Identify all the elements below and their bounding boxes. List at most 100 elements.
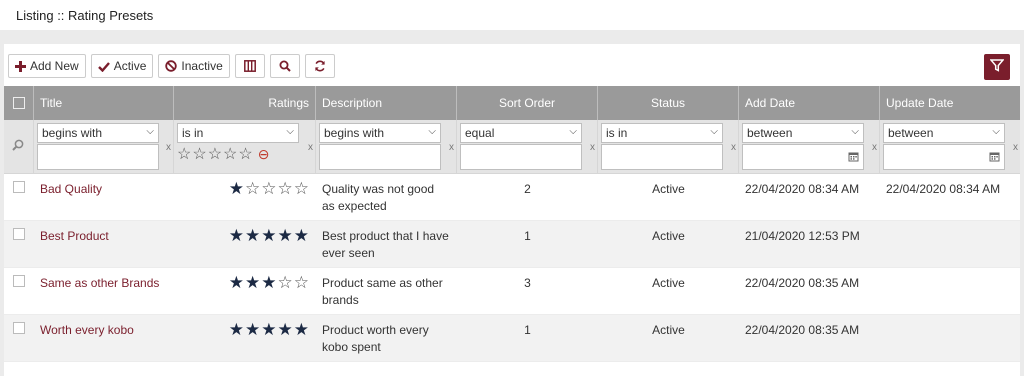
title-filter-input[interactable] <box>37 144 159 170</box>
sort-order-cell: 3 <box>524 276 531 290</box>
add-date-operator-value: between <box>747 126 793 140</box>
star-outline-icon: ☆ <box>261 179 278 198</box>
columns-button[interactable] <box>234 54 265 78</box>
header-row: Title Ratings Description Sort Order Sta… <box>4 86 1020 120</box>
star-filled-icon: ★ <box>245 320 262 339</box>
title-clear-icon[interactable]: x <box>166 142 171 153</box>
filter-title: begins with ⌵ x <box>34 120 174 173</box>
funnel-icon <box>989 59 1005 75</box>
filter-row: begins with ⌵ x is in ⌵ ☆ ☆ ☆ ☆ ☆ ⊖ x begi… <box>4 120 1020 174</box>
search-icon <box>12 138 24 154</box>
star-outline-icon[interactable]: ☆ <box>192 144 206 164</box>
add-date-operator-select[interactable]: between ⌵ <box>742 123 864 143</box>
ratings-filter-stars[interactable]: ☆ ☆ ☆ ☆ ☆ ⊖ <box>177 144 313 164</box>
title-cell: Worth every kobo <box>34 315 174 361</box>
column-header-add-date[interactable]: Add Date <box>739 86 880 120</box>
filter-search-cell <box>4 120 34 173</box>
toolbar: Add New Active Inactive <box>8 54 335 78</box>
filter-sort-order: equal ⌵ x <box>457 120 598 173</box>
column-header-title[interactable]: Title <box>34 86 174 120</box>
chevron-down-icon: ⌵ <box>710 126 718 137</box>
minus-circle-icon[interactable]: ⊖ <box>258 146 270 163</box>
ratings-cell: ★☆☆☆☆ <box>174 174 316 220</box>
title-link[interactable]: Worth every kobo <box>40 322 134 339</box>
star-filled-icon: ★ <box>228 273 245 292</box>
add-new-button[interactable]: Add New <box>8 54 86 78</box>
star-outline-icon: ☆ <box>293 273 310 292</box>
description-clear-icon[interactable]: x <box>449 142 454 153</box>
column-header-description[interactable]: Description <box>316 86 457 120</box>
sort-order-cell: 1 <box>524 323 531 337</box>
star-filled-icon: ★ <box>228 179 245 198</box>
star-outline-icon: ☆ <box>277 273 294 292</box>
description-cell: Product same as other brands <box>316 268 457 314</box>
add-date-cell: 22/04/2020 08:34 AM <box>745 182 860 196</box>
status-cell: Active <box>652 323 685 337</box>
table-row[interactable]: Same as other Brands ★★★☆☆ Product same … <box>4 268 1020 315</box>
update-date-operator-value: between <box>888 126 934 140</box>
update-date-filter-input[interactable] <box>883 144 1005 170</box>
calendar-icon[interactable] <box>989 151 1000 165</box>
description-text: Product same as other brands <box>322 276 443 307</box>
title-link[interactable]: Bad Quality <box>40 181 102 198</box>
update-date-cell: 22/04/2020 08:34 AM <box>886 182 1001 196</box>
table-row[interactable]: Best Product ★★★★★ Best product that I h… <box>4 221 1020 268</box>
star-outline-icon[interactable]: ☆ <box>177 144 191 164</box>
update-date-cell <box>880 221 1020 267</box>
row-checkbox[interactable] <box>13 181 25 193</box>
search-button[interactable] <box>269 54 300 78</box>
column-header-update-date[interactable]: Update Date <box>880 86 1020 120</box>
title-cell: Bad Quality <box>34 174 174 220</box>
update-date-clear-icon[interactable]: x <box>1013 142 1018 153</box>
active-button[interactable]: Active <box>90 54 154 78</box>
title-operator-value: begins with <box>42 126 103 140</box>
column-header-sort-order[interactable]: Sort Order <box>457 86 598 120</box>
inactive-button[interactable]: Inactive <box>158 54 230 78</box>
description-operator-select[interactable]: begins with ⌵ <box>319 123 441 143</box>
select-all-checkbox[interactable] <box>12 97 25 109</box>
filter-ratings: is in ⌵ ☆ ☆ ☆ ☆ ☆ ⊖ x <box>174 120 316 173</box>
select-all-cell <box>4 86 34 120</box>
status-filter-input[interactable] <box>601 144 723 170</box>
refresh-button[interactable] <box>304 54 335 78</box>
row-checkbox[interactable] <box>13 275 25 287</box>
star-filled-icon: ★ <box>261 320 278 339</box>
status-operator-select[interactable]: is in ⌵ <box>601 123 723 143</box>
add-date-filter-input[interactable] <box>742 144 864 170</box>
filter-toggle-button[interactable] <box>984 54 1010 80</box>
page-title: Listing :: Rating Presets <box>16 8 154 23</box>
table-row[interactable]: Worth every kobo ★★★★★ Product worth eve… <box>4 315 1020 362</box>
sort-order-cell: 1 <box>524 229 531 243</box>
column-header-status[interactable]: Status <box>598 86 739 120</box>
status-clear-icon[interactable]: x <box>731 142 736 153</box>
title-operator-select[interactable]: begins with ⌵ <box>37 123 159 143</box>
ratings-operator-select[interactable]: is in ⌵ <box>177 123 299 143</box>
ratings-clear-icon[interactable]: x <box>308 142 313 153</box>
plus-icon <box>15 60 26 72</box>
row-checkbox[interactable] <box>13 322 25 334</box>
column-header-ratings[interactable]: Ratings <box>174 86 316 120</box>
add-date-clear-icon[interactable]: x <box>872 142 877 153</box>
ratings-cell: ★★★★★ <box>174 315 316 361</box>
table-row[interactable]: Bad Quality ★☆☆☆☆ Quality was not good a… <box>4 174 1020 221</box>
description-operator-value: begins with <box>324 126 385 140</box>
star-outline-icon[interactable]: ☆ <box>208 144 222 164</box>
data-grid: Title Ratings Description Sort Order Sta… <box>4 86 1020 362</box>
title-link[interactable]: Same as other Brands <box>40 275 159 292</box>
title-link[interactable]: Best Product <box>40 228 109 245</box>
star-outline-icon[interactable]: ☆ <box>238 144 252 164</box>
columns-icon <box>243 60 256 72</box>
add-date-cell: 22/04/2020 08:35 AM <box>745 276 860 290</box>
update-date-operator-select[interactable]: between ⌵ <box>883 123 1005 143</box>
description-filter-input[interactable] <box>319 144 441 170</box>
sort-order-filter-input[interactable] <box>460 144 582 170</box>
filter-description: begins with ⌵ x <box>316 120 457 173</box>
sort-order-clear-icon[interactable]: x <box>590 142 595 153</box>
sort-order-operator-select[interactable]: equal ⌵ <box>460 123 582 143</box>
row-checkbox[interactable] <box>13 228 25 240</box>
star-outline-icon[interactable]: ☆ <box>223 144 237 164</box>
ratings-cell: ★★★★★ <box>174 221 316 267</box>
ban-icon <box>165 60 178 72</box>
status-cell: Active <box>652 276 685 290</box>
calendar-icon[interactable] <box>848 151 859 165</box>
